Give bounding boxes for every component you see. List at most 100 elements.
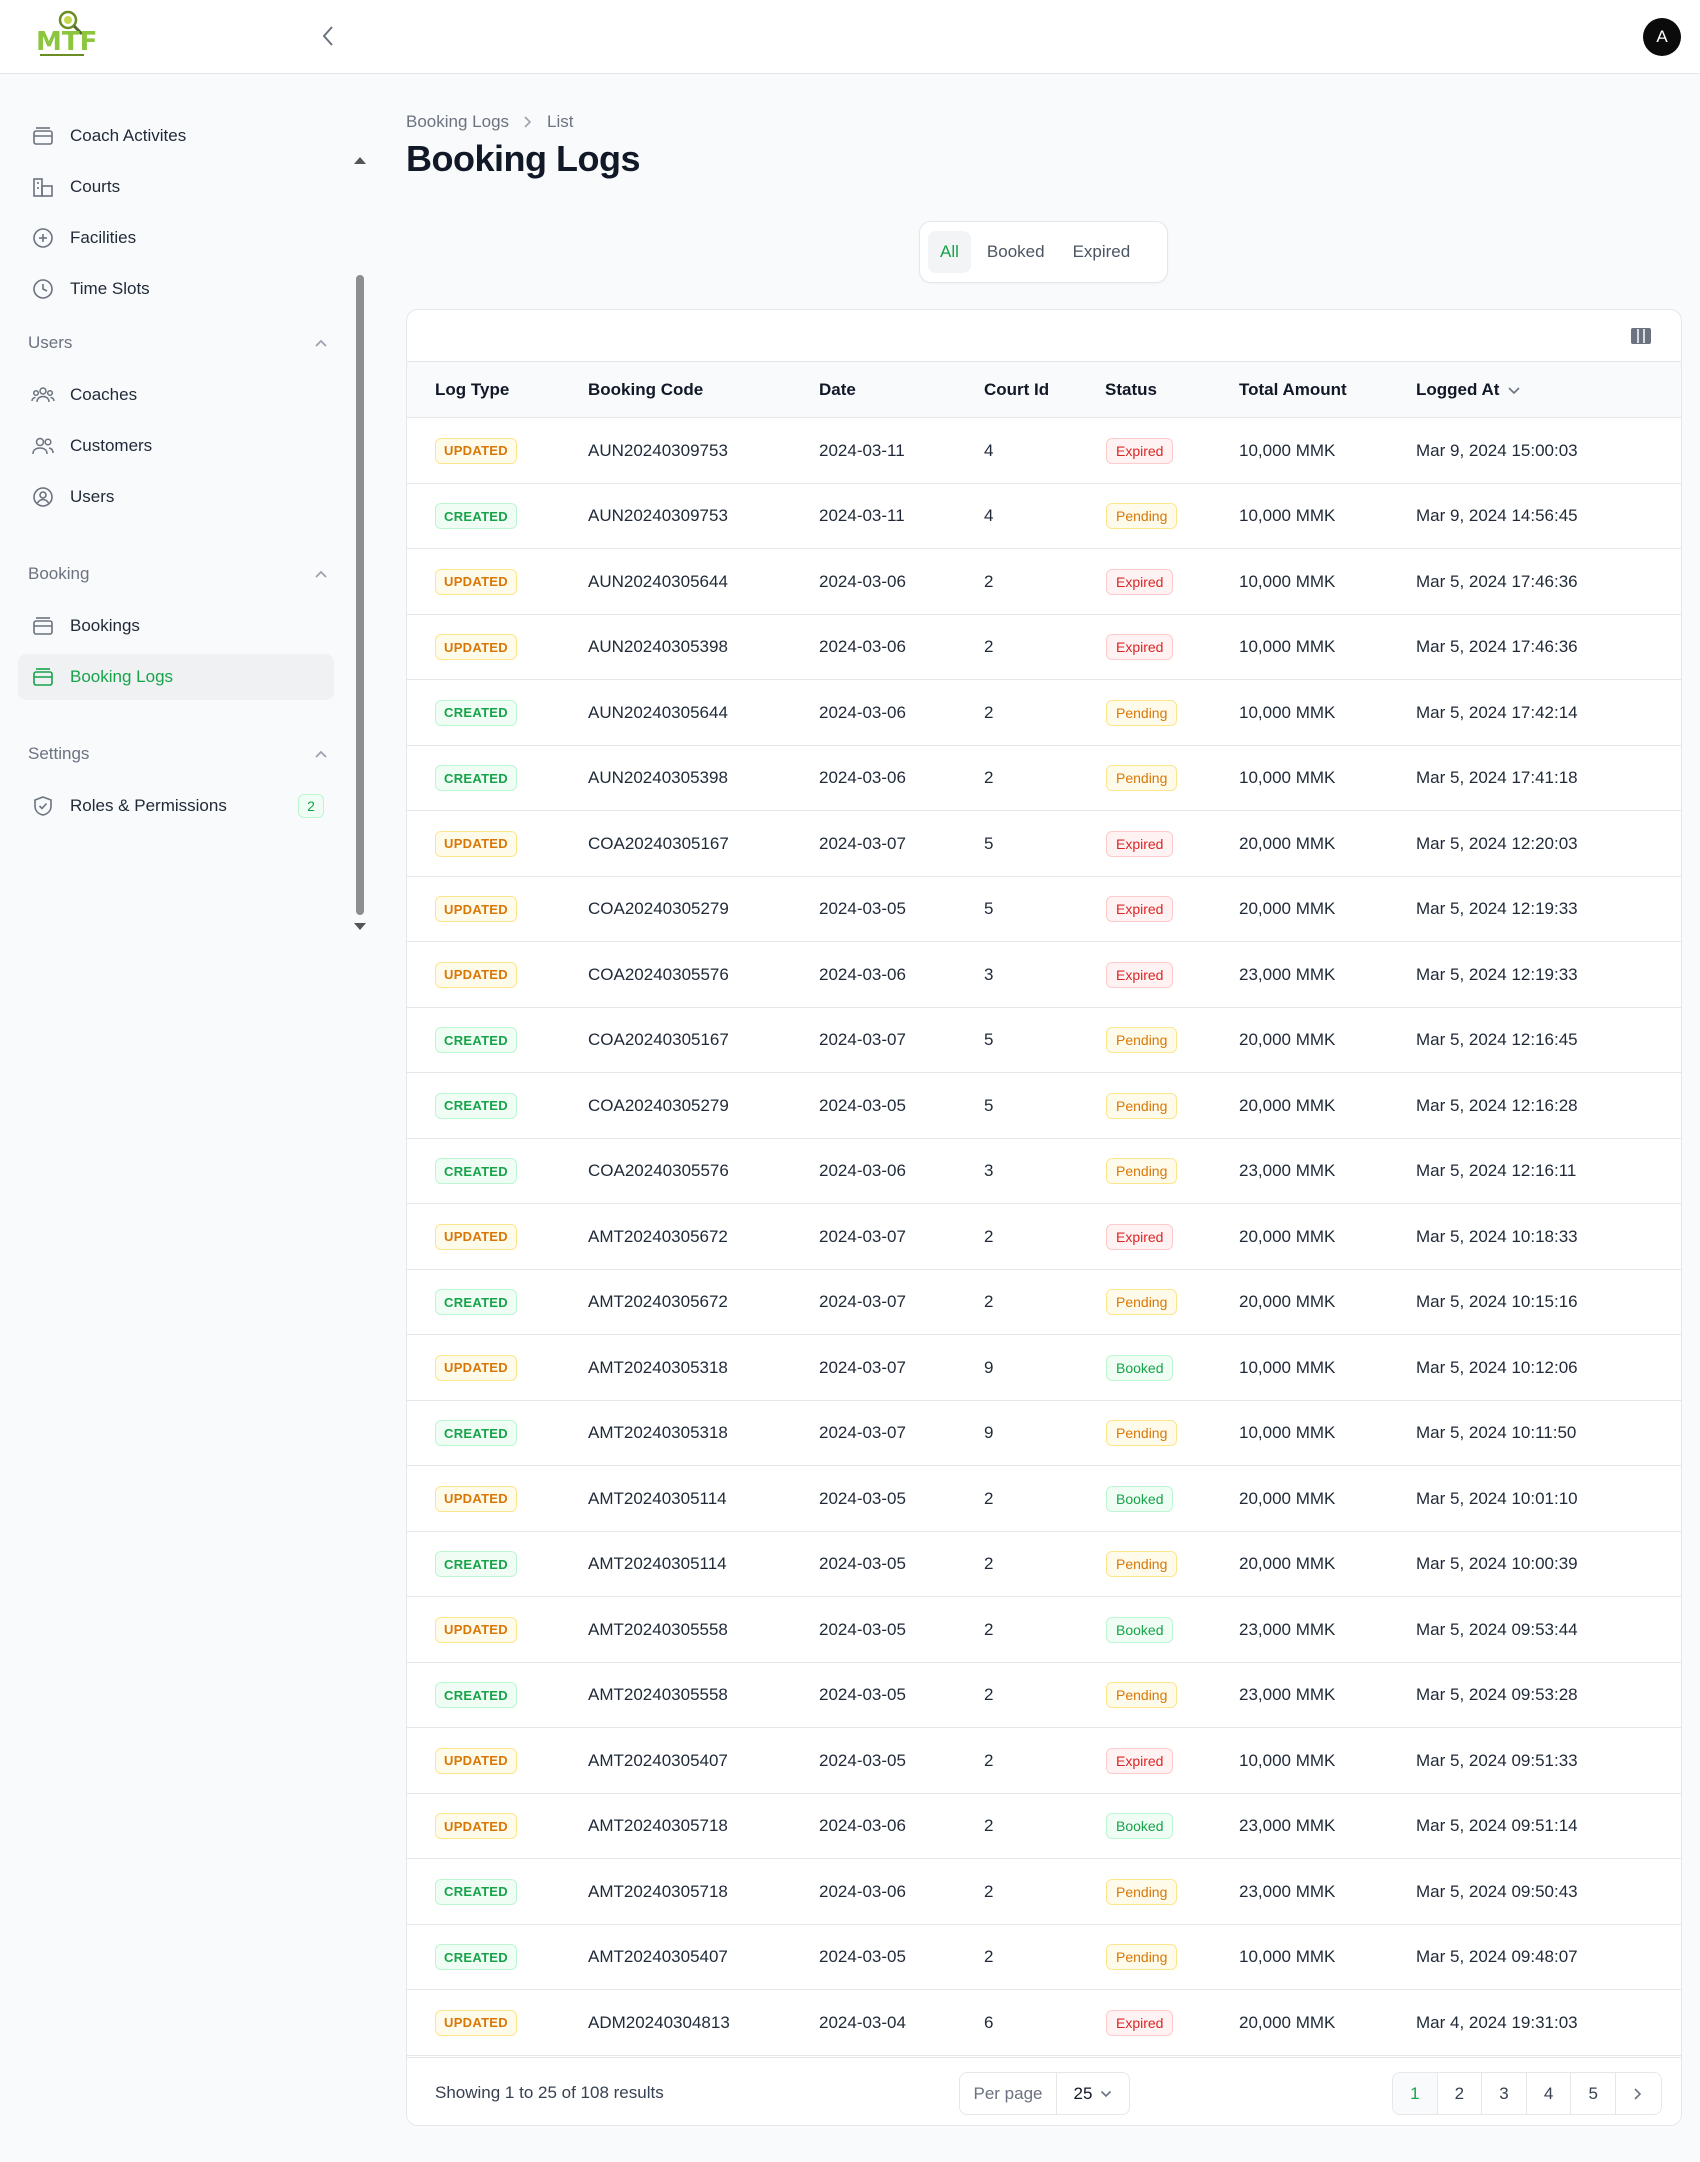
column-header-status[interactable]: Status — [1105, 362, 1157, 418]
sidebar-item-roles-permissions[interactable]: Roles & Permissions 2 — [18, 783, 334, 829]
table-row[interactable]: UPDATED AUN20240309753 2024-03-11 4 Expired 1… — [407, 418, 1681, 484]
cell-booking-code: AMT20240305558 — [588, 1685, 728, 1704]
app-logo[interactable]: MTF — [34, 6, 97, 60]
cell-status: Expired — [1106, 877, 1174, 942]
group-header-booking[interactable]: Booking — [28, 559, 328, 589]
table-row[interactable]: UPDATED COA20240305279 2024-03-05 5 Expired 2… — [407, 877, 1681, 942]
table-row[interactable]: CREATED AUN20240309753 2024-03-11 4 Pending 1… — [407, 484, 1681, 549]
column-header-date[interactable]: Date — [819, 362, 856, 418]
page-button[interactable]: 5 — [1571, 2073, 1616, 2114]
table-row[interactable]: UPDATED AUN20240305644 2024-03-06 2 Expired 1… — [407, 549, 1681, 615]
sidebar-scrollbar[interactable] — [353, 157, 367, 937]
sidebar-item-coach-activites[interactable]: Coach Activites — [18, 113, 334, 159]
per-page-label: Per page — [960, 2073, 1057, 2114]
sidebar-item-facilities[interactable]: Facilities — [18, 215, 334, 261]
coach-activities-icon — [30, 123, 56, 149]
sidebar-item-booking-logs[interactable]: Booking Logs — [18, 654, 334, 700]
table-row[interactable]: UPDATED AUN20240305398 2024-03-06 2 Expired 1… — [407, 615, 1681, 680]
cell-date: 2024-03-06 — [819, 768, 906, 787]
tab-expired[interactable]: Expired — [1061, 231, 1143, 273]
cell-date: 2024-03-05 — [819, 1685, 906, 1704]
cell-date: 2024-03-06 — [819, 1881, 906, 1901]
status-badge: Expired — [1106, 830, 1174, 857]
chevron-right-icon — [1634, 2087, 1642, 2100]
cell-total-amount: 20,000 MMK — [1239, 1554, 1336, 1573]
tab-all[interactable]: All — [928, 231, 971, 273]
chevron-down-icon — [1101, 2090, 1112, 2097]
sidebar-item-coaches[interactable]: Coaches — [18, 372, 334, 418]
cell-court-id: 2 — [984, 571, 994, 591]
sidebar-item-customers[interactable]: Customers — [18, 423, 334, 469]
cell-total-amount: 10,000 MMK — [1239, 1947, 1336, 1966]
page-button[interactable]: 2 — [1438, 2073, 1483, 2114]
scroll-up-arrow-icon[interactable] — [354, 157, 366, 164]
table-row[interactable]: UPDATED COA20240305167 2024-03-07 5 Expired 2… — [407, 811, 1681, 877]
status-badge: Pending — [1106, 1878, 1178, 1905]
log-type-badge: UPDATED — [435, 1354, 517, 1381]
cell-status: Pending — [1106, 1139, 1178, 1204]
sidebar-collapse-button[interactable] — [316, 22, 340, 50]
table-row[interactable]: CREATED AMT20240305558 2024-03-05 2 Pending 2… — [407, 1663, 1681, 1728]
log-type-badge: UPDATED — [435, 830, 517, 857]
results-summary: Showing 1 to 25 of 108 results — [435, 2083, 664, 2102]
sidebar-item-bookings[interactable]: Bookings — [18, 603, 334, 649]
table-row[interactable]: CREATED COA20240305167 2024-03-07 5 Pending 2… — [407, 1008, 1681, 1073]
cell-status: Expired — [1106, 1990, 1174, 2055]
sidebar-item-time-slots[interactable]: Time Slots — [18, 266, 334, 312]
table-row[interactable]: CREATED AMT20240305672 2024-03-07 2 Pending 2… — [407, 1270, 1681, 1335]
status-badge: Pending — [1106, 1551, 1178, 1577]
per-page-select[interactable]: 25 — [1057, 2073, 1129, 2114]
cell-status: Expired — [1106, 549, 1174, 614]
sidebar-item-users[interactable]: Users — [18, 474, 334, 520]
table-footer: Showing 1 to 25 of 108 results Per page … — [407, 2057, 1681, 2125]
column-header-log-type[interactable]: Log Type — [435, 362, 509, 418]
column-header-total-amount[interactable]: Total Amount — [1239, 362, 1347, 418]
log-type-badge: UPDATED — [435, 437, 517, 464]
column-header-court-id[interactable]: Court Id — [984, 362, 1049, 418]
status-badge: Pending — [1106, 1289, 1178, 1315]
group-header-settings[interactable]: Settings — [28, 739, 328, 769]
table-row[interactable]: UPDATED ADM20240304813 2024-03-04 6 Expired 2… — [407, 1990, 1681, 2056]
column-header-booking-code[interactable]: Booking Code — [588, 362, 703, 418]
table-row[interactable]: UPDATED COA20240305576 2024-03-06 3 Expired 2… — [407, 942, 1681, 1008]
user-avatar[interactable]: A — [1643, 18, 1681, 56]
inbox-stack-icon — [30, 664, 56, 690]
tab-booked[interactable]: Booked — [975, 231, 1057, 273]
table-row[interactable]: CREATED AMT20240305114 2024-03-05 2 Pending 2… — [407, 1532, 1681, 1597]
group-label: Booking — [28, 564, 90, 583]
cell-status: Expired — [1106, 1204, 1174, 1269]
cell-booking-code: AMT20240305558 — [588, 1619, 728, 1639]
cell-total-amount: 23,000 MMK — [1239, 1881, 1336, 1901]
column-header-logged-at[interactable]: Logged At — [1416, 362, 1521, 418]
scrollbar-thumb[interactable] — [356, 275, 364, 915]
table-row[interactable]: UPDATED AMT20240305114 2024-03-05 2 Booked 20… — [407, 1466, 1681, 1532]
table-row[interactable]: CREATED AMT20240305407 2024-03-05 2 Pending 1… — [407, 1925, 1681, 1990]
next-page-button[interactable] — [1616, 2073, 1661, 2114]
cell-court-id: 2 — [984, 1292, 994, 1311]
table-row[interactable]: CREATED AUN20240305398 2024-03-06 2 Pending 1… — [407, 746, 1681, 811]
table-row[interactable]: UPDATED AMT20240305318 2024-03-07 9 Booked 10… — [407, 1335, 1681, 1401]
sort-descending-icon[interactable] — [1507, 385, 1521, 395]
table-row[interactable]: UPDATED AMT20240305718 2024-03-06 2 Booked 23… — [407, 1794, 1681, 1859]
table-header: Log Type Booking Code Date Court Id Stat… — [407, 362, 1681, 418]
table-row[interactable]: CREATED AMT20240305718 2024-03-06 2 Pending 2… — [407, 1859, 1681, 1925]
page-button[interactable]: 1 — [1393, 2073, 1438, 2114]
sidebar-item-courts[interactable]: Courts — [18, 164, 334, 210]
column-toggle-button[interactable] — [1629, 325, 1653, 347]
table-row[interactable]: CREATED COA20240305279 2024-03-05 5 Pending 2… — [407, 1073, 1681, 1139]
cell-logged-at: Mar 5, 2024 09:50:43 — [1416, 1881, 1578, 1901]
cell-status: Expired — [1106, 811, 1174, 876]
table-row[interactable]: UPDATED AMT20240305558 2024-03-05 2 Booked 23… — [407, 1597, 1681, 1663]
table-row[interactable]: CREATED AUN20240305644 2024-03-06 2 Pending 1… — [407, 680, 1681, 746]
table-row[interactable]: CREATED AMT20240305318 2024-03-07 9 Pending 1… — [407, 1401, 1681, 1466]
group-header-users[interactable]: Users — [28, 328, 328, 358]
table-row[interactable]: CREATED COA20240305576 2024-03-06 3 Pending 2… — [407, 1139, 1681, 1204]
cell-logged-at: Mar 5, 2024 09:53:44 — [1416, 1619, 1578, 1639]
table-row[interactable]: UPDATED AMT20240305672 2024-03-07 2 Expired 2… — [407, 1204, 1681, 1270]
table-row[interactable]: UPDATED AMT20240305407 2024-03-05 2 Expired 1… — [407, 1728, 1681, 1794]
page-button[interactable]: 3 — [1482, 2073, 1527, 2114]
cell-booking-code: AUN20240309753 — [588, 440, 728, 460]
scroll-down-arrow-icon[interactable] — [354, 923, 366, 930]
breadcrumb-link-booking-logs[interactable]: Booking Logs — [406, 112, 509, 132]
page-button[interactable]: 4 — [1527, 2073, 1572, 2114]
